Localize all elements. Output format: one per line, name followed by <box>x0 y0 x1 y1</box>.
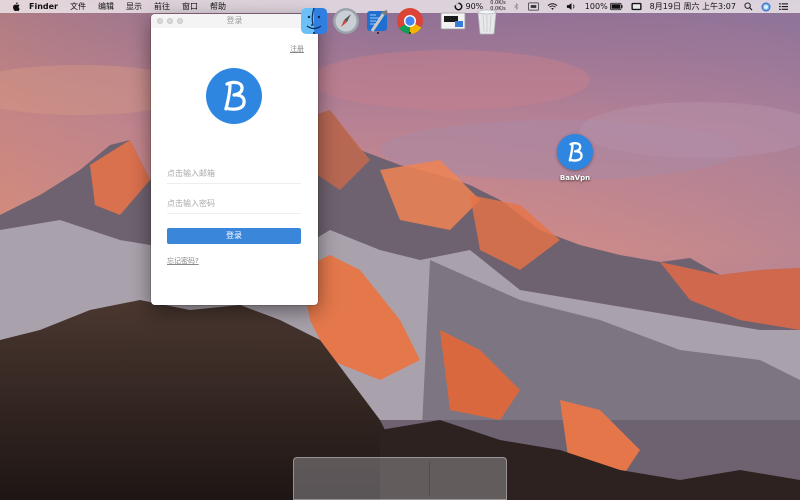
forgot-password-link[interactable]: 忘记密码? <box>167 256 199 266</box>
logo-b-icon <box>224 80 246 111</box>
dock <box>293 457 507 500</box>
desktop-wallpaper <box>0 0 800 500</box>
email-input[interactable]: 点击输入邮箱 <box>167 164 301 184</box>
bluetooth-icon[interactable] <box>509 2 524 11</box>
register-link[interactable]: 注册 <box>290 44 304 54</box>
login-window: 登录 注册 点击输入邮箱 点击输入密码 登录 忘记密码? <box>151 14 318 305</box>
desktop-icon-baavpn[interactable]: BaaVpn <box>552 134 598 182</box>
apple-menu-icon[interactable] <box>9 2 23 11</box>
login-button[interactable]: 登录 <box>167 228 301 244</box>
clock[interactable]: 8月19日 周六 上午3:07 <box>646 0 740 13</box>
window-title: 登录 <box>226 16 243 25</box>
chrome-icon[interactable] <box>395 6 425 36</box>
dock-separator <box>429 462 430 496</box>
menu-window[interactable]: 窗口 <box>176 0 204 13</box>
baavpn-app-icon <box>557 134 593 170</box>
menu-edit[interactable]: 编辑 <box>92 0 120 13</box>
menu-finder[interactable]: Finder <box>23 0 64 13</box>
window-titlebar[interactable]: 登录 <box>151 14 318 28</box>
siri-icon[interactable] <box>757 2 775 12</box>
battery-icon <box>609 2 623 11</box>
menu-view[interactable]: 显示 <box>120 0 148 13</box>
menu-help[interactable]: 帮助 <box>204 0 232 13</box>
launchpad-icon[interactable] <box>331 6 361 36</box>
finder-icon[interactable] <box>299 6 329 36</box>
app-logo <box>206 68 262 124</box>
battery-percent: 100% <box>584 2 608 11</box>
password-input[interactable]: 点击输入密码 <box>167 194 301 214</box>
desktop-icon-label: BaaVpn <box>559 174 591 182</box>
preview-icon[interactable] <box>438 6 468 36</box>
flag-icon[interactable] <box>627 2 646 11</box>
notification-center-icon[interactable] <box>775 2 792 11</box>
menu-file[interactable]: 文件 <box>64 0 92 13</box>
volume-icon[interactable] <box>562 2 581 11</box>
wifi-icon[interactable] <box>543 2 562 11</box>
input-source-icon[interactable] <box>524 2 543 11</box>
trash-icon[interactable] <box>472 6 502 36</box>
search-icon[interactable] <box>740 2 757 11</box>
battery-status[interactable]: 100% <box>581 0 627 13</box>
xcode-icon[interactable] <box>363 6 393 36</box>
menu-go[interactable]: 前往 <box>148 0 176 13</box>
